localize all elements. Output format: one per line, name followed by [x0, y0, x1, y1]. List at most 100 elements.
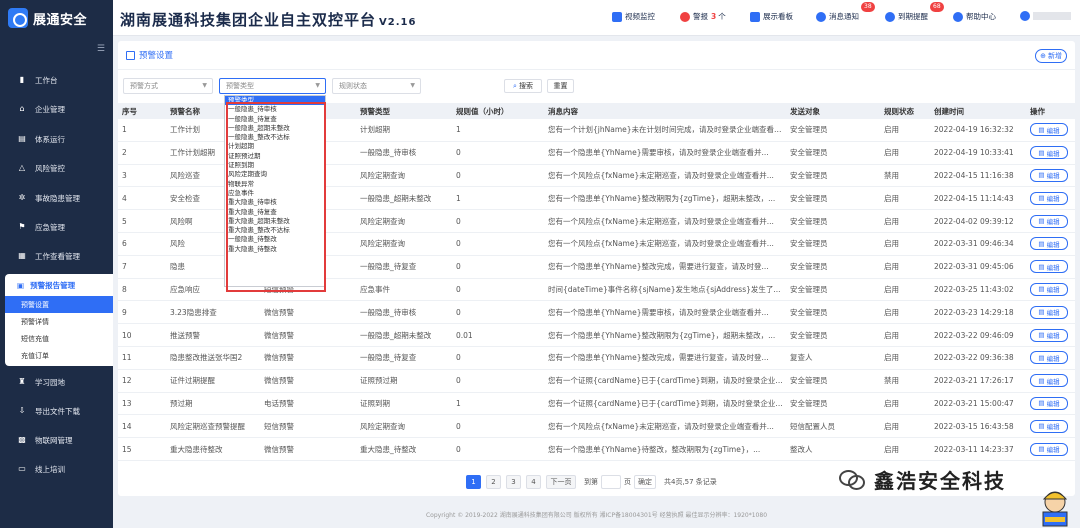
cell-index: 4 [122, 193, 127, 203]
edit-button[interactable]: ▤ 编辑 [1030, 260, 1068, 274]
goto-page-input[interactable] [601, 475, 621, 489]
user-menu[interactable] [1020, 11, 1071, 21]
sidebar-item-risk[interactable]: △ 风险管控 [0, 157, 113, 179]
system-icon: ▤ [18, 134, 26, 143]
sidebar-item-study[interactable]: ♜ 学习园地 [0, 371, 113, 393]
table-row: 9 3.23隐患排查 微信预警 一般隐患_待审核 0 您有一个隐患单{YhName}需要审… [118, 301, 1075, 325]
edit-button[interactable]: ▤ 编辑 [1030, 328, 1068, 342]
nav-messages[interactable]: 消息通知 38 [816, 2, 875, 22]
grid-icon [126, 50, 135, 60]
edit-button-label: 编辑 [1046, 377, 1060, 386]
sidebar-sub-recharge-orders[interactable]: 充值订单 [5, 347, 113, 364]
edit-button-label: 编辑 [1046, 172, 1060, 181]
edit-button[interactable]: ▤ 编辑 [1030, 282, 1068, 296]
edit-button[interactable]: ▤ 编辑 [1030, 191, 1068, 205]
cell-target: 安全管理员 [790, 193, 828, 203]
wechat-logo-icon [834, 462, 868, 496]
nav-video[interactable]: 视频监控 [612, 11, 655, 22]
sidebar-item-emergency[interactable]: ⚑ 应急管理 [0, 216, 113, 238]
cell-method: 微信预警 [264, 330, 294, 340]
chevron-down-icon: ▼ [410, 82, 415, 89]
edit-button[interactable]: ▤ 编辑 [1030, 396, 1068, 410]
pagination: 1 2 3 4 下一页 到第 页 确定 共4页,57 条记录 [466, 475, 717, 489]
edit-button[interactable]: ▤ 编辑 [1030, 123, 1068, 137]
edit-icon: ▤ [1038, 376, 1045, 385]
sidebar-item-workbench[interactable]: ▮ 工作台 [0, 69, 113, 91]
nav-dashboard[interactable]: 展示看板 [750, 11, 793, 22]
cell-target: 安全管理员 [790, 376, 828, 386]
footer: Copyright © 2019-2022 湖南展通科技集团有限公司 版权所有 … [425, 512, 768, 519]
edit-button[interactable]: ▤ 编辑 [1030, 168, 1068, 182]
edit-button[interactable]: ▤ 编辑 [1030, 214, 1068, 228]
cell-actions: ▤ 编辑 [1026, 123, 1075, 137]
alarm-unit: 个 [718, 12, 726, 21]
sidebar-item-label: 工作查看管理 [35, 251, 80, 261]
col-header-type: 预警类型 [360, 106, 390, 116]
page-4[interactable]: 4 [526, 475, 541, 489]
sidebar-item-system[interactable]: ▤ 体系运行 [0, 128, 113, 150]
cell-created: 2022-03-11 14:23:37 [934, 444, 1014, 454]
edit-button[interactable]: ▤ 编辑 [1030, 305, 1068, 319]
cell-created: 2022-04-15 11:16:38 [934, 170, 1014, 180]
sidebar-item-work-view[interactable]: ▦ 工作查看管理 [0, 245, 113, 267]
edit-icon: ▤ [1038, 445, 1045, 454]
table-row: 15 重大隐患待整改 微信预警 重大隐患_待整改 0 您有一个隐患单{YhName}待整改… [118, 438, 1075, 461]
warning-report-icon: ▣ [17, 280, 25, 290]
brand[interactable]: 展通安全 [0, 0, 113, 36]
cell-type: 证照到期 [360, 398, 390, 408]
nav-expiry[interactable]: 到期提醒 68 [885, 2, 944, 22]
cell-type: 一般隐患_待复查 [360, 262, 417, 272]
edit-button[interactable]: ▤ 编辑 [1030, 351, 1068, 365]
edit-button[interactable]: ▤ 编辑 [1030, 146, 1068, 160]
edit-button-label: 编辑 [1046, 423, 1060, 432]
page-2[interactable]: 2 [486, 475, 501, 489]
sidebar-sub-sms-recharge[interactable]: 短信充值 [5, 330, 113, 347]
cell-message: 您有一个风险点{fxName}未定期巡查，请及时登录企业端查看并... [548, 421, 774, 431]
edit-button-label: 编辑 [1046, 195, 1060, 204]
sidebar-sub-warning-details[interactable]: 预警详情 [5, 313, 113, 330]
goto-confirm-button[interactable]: 确定 [634, 475, 656, 489]
cell-created: 2022-03-22 09:46:09 [934, 330, 1014, 340]
next-page-button[interactable]: 下一页 [546, 475, 576, 489]
nav-alarm-label: 警报 [693, 12, 708, 21]
cell-method: 电话预警 [264, 398, 294, 408]
cell-type: 一般隐患_待复查 [360, 353, 417, 363]
sidebar-group-warning-header[interactable]: ▣ 预警报告管理 [5, 274, 113, 296]
cell-actions: ▤ 编辑 [1026, 214, 1075, 228]
sidebar-item-training[interactable]: ▭ 线上培训 [0, 458, 113, 480]
cell-message: 您有一个隐患单{YhName}整改期限为{zgTime}，超期未整改，... [548, 193, 776, 203]
page-1[interactable]: 1 [466, 475, 481, 489]
edit-button-label: 编辑 [1046, 332, 1060, 341]
sidebar-item-label: 学习园地 [35, 377, 65, 387]
cell-status: 启用 [884, 262, 899, 272]
nav-help[interactable]: 帮助中心 [953, 11, 996, 22]
menu-collapse-icon[interactable]: ☰ [97, 44, 105, 54]
sidebar-sub-warning-settings[interactable]: 预警设置 [5, 296, 113, 313]
risk-icon: △ [18, 163, 26, 172]
page-3[interactable]: 3 [506, 475, 521, 489]
edit-button-label: 编辑 [1046, 354, 1060, 363]
cell-rule-value: 1 [456, 398, 461, 408]
warning-type-select[interactable]: 预警类型 ▼ [219, 78, 326, 94]
cell-status: 启用 [884, 444, 899, 454]
iot-icon: ▩ [18, 435, 26, 444]
warning-method-select[interactable]: 预警方式 ▼ [123, 78, 213, 94]
help-icon [953, 11, 963, 22]
page-title-text: 预警设置 [139, 51, 174, 61]
nav-alarm[interactable]: 警报 3 个 [680, 11, 726, 22]
edit-button[interactable]: ▤ 编辑 [1030, 442, 1068, 456]
cell-name: 推送预警 [170, 330, 200, 340]
edit-button[interactable]: ▤ 编辑 [1030, 237, 1068, 251]
rule-status-select[interactable]: 规则状态 ▼ [332, 78, 421, 94]
edit-button[interactable]: ▤ 编辑 [1030, 419, 1068, 433]
sidebar-item-download[interactable]: ⇩ 导出文件下载 [0, 400, 113, 422]
sidebar-item-iot[interactable]: ▩ 物联网管理 [0, 429, 113, 451]
search-button[interactable]: ⌕ 搜索 [504, 79, 542, 93]
edit-button[interactable]: ▤ 编辑 [1030, 374, 1068, 388]
sidebar-item-enterprise[interactable]: ⌂ 企业管理 [0, 98, 113, 120]
video-icon [612, 11, 622, 22]
sidebar-item-hazard[interactable]: ✲ 事故隐患管理 [0, 187, 113, 209]
edit-button-label: 编辑 [1046, 240, 1060, 249]
add-button[interactable]: ⊕ 新增 [1035, 49, 1067, 63]
reset-button[interactable]: 重置 [547, 79, 574, 93]
